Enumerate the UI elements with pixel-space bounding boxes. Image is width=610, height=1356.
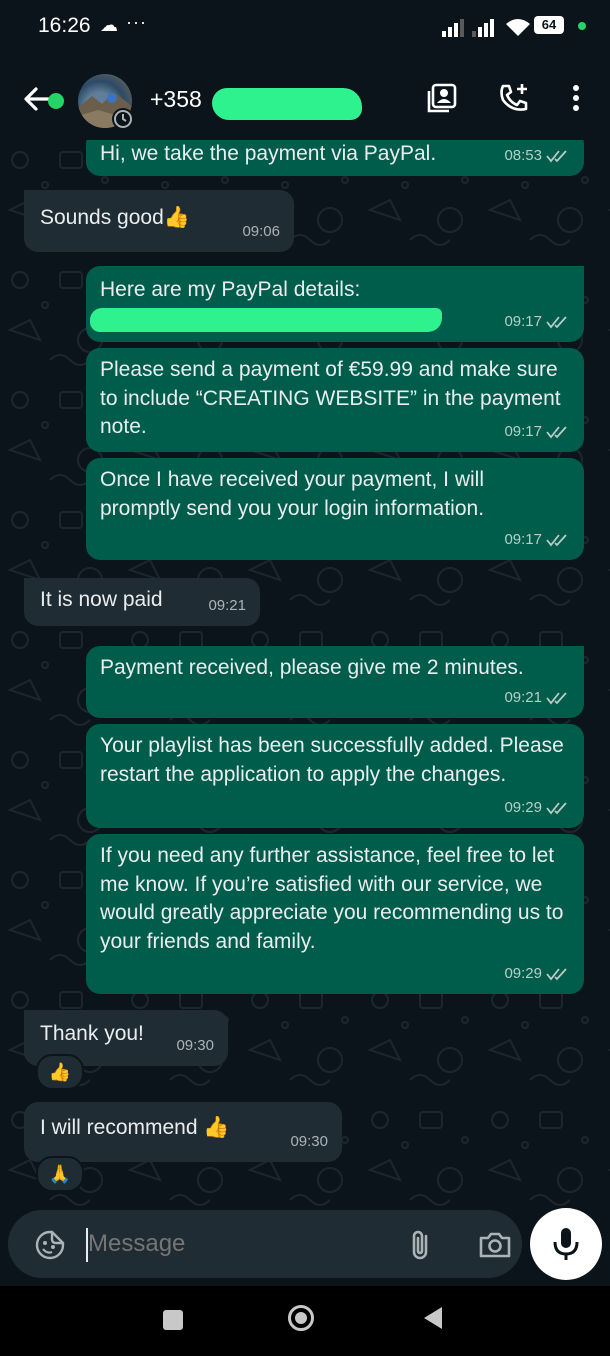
message-bubble-incoming[interactable]: It is now paid 09:21	[24, 578, 260, 626]
back-button[interactable]	[424, 1307, 442, 1329]
message-time: 09:21	[208, 596, 246, 614]
message-bubble-incoming[interactable]: Sounds good👍 09:06	[24, 190, 294, 252]
double-tick-icon	[546, 968, 567, 981]
battery-icon: 64	[534, 16, 564, 34]
message-bubble-outgoing[interactable]: Your playlist has been successfully adde…	[86, 724, 584, 828]
privacy-indicator-dot	[578, 22, 586, 30]
cloud-icon: ☁	[100, 15, 118, 35]
message-text: I will recommend 👍	[40, 1116, 230, 1139]
message-text: If you need any further assistance, feel…	[100, 844, 564, 953]
message-meta: 09:17	[504, 418, 570, 447]
reaction-badge[interactable]: 🙏	[36, 1156, 84, 1192]
message-bubble-outgoing[interactable]: If you need any further assistance, feel…	[86, 834, 584, 994]
message-meta: 09:17	[504, 308, 570, 337]
status-time: 16:26	[38, 14, 91, 37]
message-input-pill[interactable]	[8, 1210, 522, 1278]
message-input[interactable]	[88, 1226, 388, 1262]
message-time: 09:17	[504, 530, 542, 548]
wifi-icon	[506, 19, 530, 36]
status-more-dots: ···	[126, 12, 147, 32]
attach-icon[interactable]	[408, 1228, 432, 1262]
recents-button[interactable]	[163, 1310, 183, 1330]
signal-icon-2	[472, 19, 494, 37]
message-list[interactable]: Hi, we take the payment via PayPal. 08:5…	[0, 140, 610, 1208]
message-meta: 09:30	[176, 1032, 214, 1061]
message-text: Once I have received your payment, I wil…	[100, 468, 485, 520]
message-meta: 09:30	[290, 1128, 328, 1157]
contact-card-icon[interactable]	[426, 82, 458, 114]
chat-header: +358	[0, 52, 610, 140]
status-bar: 16:26 ☁ ··· 64	[0, 0, 610, 52]
message-meta: 09:06	[242, 218, 280, 247]
double-tick-icon	[546, 802, 567, 815]
message-time: 09:29	[504, 964, 542, 982]
message-meta: 09:17	[504, 526, 570, 555]
message-time: 09:17	[504, 312, 542, 330]
double-tick-icon	[546, 692, 567, 705]
message-text: Payment received, please give me 2 minut…	[100, 656, 524, 679]
composer-bar	[0, 1208, 610, 1286]
message-meta: 09:29	[504, 794, 570, 823]
message-bubble-outgoing[interactable]: Once I have received your payment, I wil…	[86, 458, 584, 560]
double-tick-icon	[546, 150, 567, 163]
message-meta: 09:29	[504, 960, 570, 989]
emoji-sticker-icon[interactable]	[34, 1229, 66, 1261]
reaction-badge[interactable]: 👍	[36, 1054, 84, 1090]
mic-button[interactable]	[530, 1208, 602, 1280]
redaction-mark	[212, 88, 362, 120]
message-text: Please send a payment of €59.99 and make…	[100, 358, 561, 438]
signal-icon	[442, 19, 464, 37]
more-vert-icon[interactable]	[566, 82, 586, 114]
mic-icon	[553, 1228, 579, 1260]
message-text: Your playlist has been successfully adde…	[100, 734, 564, 786]
online-status-dot	[48, 93, 64, 109]
message-meta: 09:21	[208, 592, 246, 621]
message-bubble-outgoing[interactable]: Hi, we take the payment via PayPal. 08:5…	[86, 140, 584, 176]
message-text: Here are my PayPal details:	[100, 278, 361, 301]
message-text: Hi, we take the payment via PayPal.	[100, 142, 437, 165]
double-tick-icon	[546, 534, 567, 547]
message-time: 09:30	[290, 1132, 328, 1150]
message-bubble-outgoing[interactable]: Here are my PayPal details: 09:17	[86, 266, 584, 342]
system-nav-bar	[0, 1286, 610, 1356]
double-tick-icon	[546, 316, 567, 329]
message-bubble-outgoing[interactable]: Please send a payment of €59.99 and make…	[86, 348, 584, 452]
contact-name[interactable]: +358	[150, 86, 202, 113]
message-meta: 08:53	[504, 142, 570, 171]
message-bubble-incoming[interactable]: I will recommend 👍 09:30	[24, 1102, 342, 1162]
home-button-inner	[295, 1312, 307, 1324]
message-time: 09:06	[242, 222, 280, 240]
message-time: 08:53	[504, 146, 542, 164]
message-time: 09:17	[504, 422, 542, 440]
camera-icon[interactable]	[478, 1230, 512, 1260]
message-time: 09:30	[176, 1036, 214, 1054]
message-time: 09:21	[504, 688, 542, 706]
redaction-mark	[90, 308, 442, 332]
message-bubble-outgoing[interactable]: Payment received, please give me 2 minut…	[86, 646, 584, 718]
double-tick-icon	[546, 426, 567, 439]
message-meta: 09:21	[504, 684, 570, 713]
status-ring-icon	[112, 108, 134, 130]
add-call-icon[interactable]	[498, 82, 532, 114]
message-time: 09:29	[504, 798, 542, 816]
